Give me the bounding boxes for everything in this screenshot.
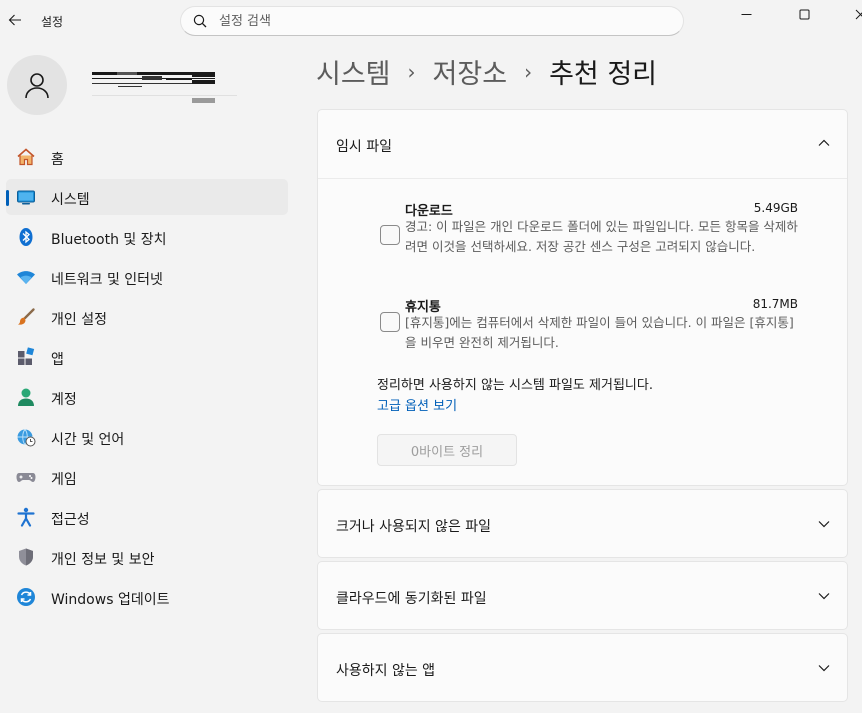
file-description: 경고: 이 파일은 개인 다운로드 폴더에 있는 파일입니다. 모든 항목을 삭…: [405, 219, 798, 254]
search-icon: [193, 14, 207, 28]
sidebar-item-home[interactable]: 홈: [6, 139, 288, 175]
sidebar-item-label: 시간 및 언어: [51, 432, 125, 448]
section-title: 크거나 사용되지 않은 파일: [336, 519, 492, 535]
chevron-up-icon: [818, 139, 830, 146]
sidebar-item-label: 게임: [51, 472, 77, 488]
sidebar-item-label: 홈: [51, 152, 64, 168]
back-arrow-icon: [8, 14, 21, 26]
breadcrumb-separator: ›: [407, 60, 416, 84]
maximize-button[interactable]: [781, 0, 827, 28]
title-bar: 설정: [0, 0, 862, 42]
cloud-synced-files-card[interactable]: 클라우드에 동기화된 파일: [317, 561, 848, 630]
sidebar-item-accounts[interactable]: 계정: [6, 379, 288, 415]
unused-apps-card[interactable]: 사용하지 않는 앱: [317, 633, 848, 702]
sidebar-item-label: Bluetooth 및 장치: [51, 232, 167, 248]
sidebar-item-accessibility[interactable]: 접근성: [6, 499, 288, 535]
home-icon: [16, 147, 36, 167]
close-button[interactable]: [837, 0, 862, 28]
sidebar-item-gaming[interactable]: 게임: [6, 459, 288, 495]
redacted-account-info: [92, 72, 237, 103]
apps-icon: [16, 347, 36, 367]
cleanup-note: 정리하면 사용하지 않는 시스템 파일도 제거됩니다.: [377, 378, 653, 393]
sidebar-item-label: 개인 정보 및 보안: [51, 552, 155, 568]
divider: [318, 178, 847, 179]
wifi-icon: [16, 267, 36, 287]
chevron-down-icon: [818, 521, 830, 528]
breadcrumb-separator: ›: [524, 60, 533, 84]
sidebar-item-label: Windows 업데이트: [51, 592, 170, 608]
sidebar-item-label: 계정: [51, 392, 77, 408]
update-icon: [16, 587, 36, 607]
person-icon: [25, 73, 49, 99]
large-unused-files-card[interactable]: 크거나 사용되지 않은 파일: [317, 489, 848, 558]
accessibility-icon: [16, 507, 36, 527]
sidebar-item-label: 개인 설정: [51, 312, 107, 328]
breadcrumb: 시스템 › 저장소 › 추천 정리: [316, 52, 657, 90]
advanced-options-link[interactable]: 고급 옵션 보기: [377, 395, 457, 414]
shield-icon: [16, 547, 36, 567]
sidebar-item-windows-update[interactable]: Windows 업데이트: [6, 579, 288, 615]
sidebar-item-apps[interactable]: 앱: [6, 339, 288, 375]
app-title: 설정: [41, 15, 64, 29]
brush-icon: [16, 307, 36, 327]
breadcrumb-system[interactable]: 시스템: [316, 52, 391, 91]
sidebar-item-label: 앱: [51, 352, 64, 368]
sidebar-item-personalization[interactable]: 개인 설정: [6, 299, 288, 335]
minimize-icon: [741, 13, 751, 15]
temp-files-card: 임시 파일 다운로드 5.49GB 경고: 이 파일은 개인 다운로드 폴더에 …: [317, 109, 848, 486]
clean-up-button[interactable]: 0바이트 정리: [377, 434, 517, 466]
account-icon: [16, 387, 36, 407]
sidebar-item-bluetooth[interactable]: Bluetooth 및 장치: [6, 219, 288, 255]
file-row-downloads: 다운로드 5.49GB 경고: 이 파일은 개인 다운로드 폴더에 있는 파일입…: [378, 200, 798, 280]
sidebar-item-system[interactable]: 시스템: [6, 179, 288, 215]
sidebar-item-label: 접근성: [51, 512, 90, 528]
file-size: 5.49GB: [753, 201, 798, 215]
downloads-checkbox[interactable]: [380, 225, 400, 245]
file-description: [휴지통]에는 컴퓨터에서 삭제한 파일이 들어 있습니다. 이 파일은 [휴지…: [405, 315, 794, 350]
minimize-button[interactable]: [723, 0, 769, 28]
close-icon: [855, 9, 862, 19]
section-title: 사용하지 않는 앱: [336, 663, 436, 679]
back-button[interactable]: [2, 6, 28, 34]
temp-files-header[interactable]: 임시 파일: [318, 110, 847, 178]
chevron-down-icon: [818, 593, 830, 600]
search-input[interactable]: [219, 12, 659, 30]
breadcrumb-storage[interactable]: 저장소: [433, 52, 508, 91]
globe-clock-icon: [16, 427, 36, 447]
file-size: 81.7MB: [752, 297, 798, 311]
gamepad-icon: [16, 467, 36, 487]
section-title: 클라우드에 동기화된 파일: [336, 591, 487, 607]
sidebar-nav: 홈 시스템 Bluetooth 및 장치 네트워크 및 인터넷 개인 설정 앱: [6, 139, 288, 619]
page-title: 추천 정리: [549, 58, 658, 90]
file-row-recycle-bin: 휴지통 81.7MB [휴지통]에는 컴퓨터에서 삭제한 파일이 들어 있습니다…: [378, 296, 798, 356]
search-box[interactable]: [180, 6, 684, 36]
temp-files-title: 임시 파일: [336, 139, 392, 155]
sidebar-item-label: 시스템: [51, 192, 90, 208]
sidebar-item-time-language[interactable]: 시간 및 언어: [6, 419, 288, 455]
maximize-icon: [799, 9, 809, 19]
recycle-bin-checkbox[interactable]: [380, 312, 400, 332]
sidebar-item-label: 네트워크 및 인터넷: [51, 272, 163, 288]
system-icon: [16, 187, 36, 207]
avatar[interactable]: [7, 55, 67, 115]
chevron-down-icon: [818, 665, 830, 672]
bluetooth-icon: [16, 227, 36, 247]
sidebar-item-network[interactable]: 네트워크 및 인터넷: [6, 259, 288, 295]
sidebar-item-privacy-security[interactable]: 개인 정보 및 보안: [6, 539, 288, 575]
